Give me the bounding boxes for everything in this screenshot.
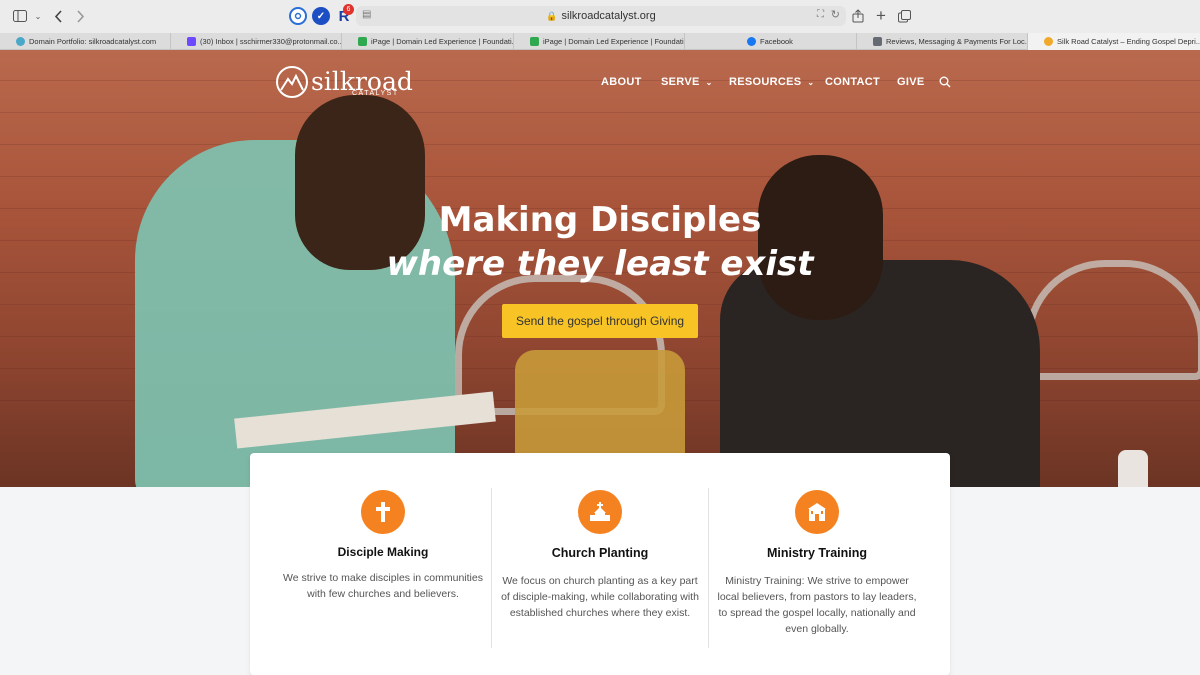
facebook-favicon-icon [747, 37, 756, 46]
tab-title: Silk Road Catalyst – Ending Gospel Depri… [1057, 37, 1200, 46]
logo-sub: CATALYST [352, 90, 399, 97]
new-tab-icon[interactable]: + [874, 6, 888, 25]
silk-road-favicon-icon [1044, 37, 1053, 46]
divider [491, 488, 492, 648]
share-icon[interactable] [851, 7, 865, 25]
feature-title: Ministry Training [766, 546, 867, 560]
nav-label: RESOURCES [729, 76, 802, 88]
features-card: Disciple Making We strive to make discip… [250, 453, 950, 675]
nav-give[interactable]: GIVE [897, 74, 925, 90]
page-settings-icon[interactable]: ▤ [362, 9, 371, 20]
feature-title: Disciple Making [337, 545, 429, 559]
domain-portfolio-favicon-icon [16, 37, 25, 46]
nav-resources[interactable]: RESOURCES ⌄ [729, 74, 814, 90]
tab-ipage-1[interactable]: iPage | Domain Led Experience | Foundati… [342, 33, 514, 50]
give-cta-button[interactable]: Send the gospel through Giving [502, 304, 698, 338]
feature-text: We focus on church planting as a key par… [501, 575, 699, 619]
school-icon [795, 490, 839, 534]
sidebar-toggle-icon[interactable] [12, 7, 28, 25]
translate-icon[interactable]: ⛶ [817, 9, 824, 20]
feature-title: Church Planting [551, 546, 649, 560]
chevron-down-icon: ⌄ [807, 77, 815, 87]
forward-icon[interactable] [74, 7, 86, 25]
tab-title: iPage | Domain Led Experience | Foundati… [543, 37, 685, 46]
tab-title: Reviews, Messaging & Payments For Loc... [886, 37, 1028, 46]
browser-toolbar: ⌄ ✓ R 6 ▤ 🔒 silkroadcatalyst.org ⛶ ↻ + [0, 0, 1200, 33]
search-icon[interactable] [939, 74, 951, 90]
ipage-favicon-icon [530, 37, 539, 46]
extension-badge: 6 [343, 4, 354, 15]
bottle-image [1118, 450, 1148, 487]
ipage-favicon-icon [358, 37, 367, 46]
tab-reviews[interactable]: Reviews, Messaging & Payments For Loc... [857, 33, 1028, 50]
lock-icon: 🔒 [546, 10, 558, 21]
tab-domain-portfolio[interactable]: Domain Portfolio: silkroadcatalyst.com [0, 33, 171, 50]
tab-bar: Domain Portfolio: silkroadcatalyst.com (… [0, 33, 1200, 50]
address-bar[interactable]: ▤ 🔒 silkroadcatalyst.org ⛶ ↻ [356, 6, 846, 26]
divider [708, 488, 709, 648]
url-text: silkroadcatalyst.org [561, 10, 656, 22]
nav-label: SERVE [661, 76, 700, 88]
tab-facebook[interactable]: Facebook [685, 33, 857, 50]
back-icon[interactable] [52, 7, 64, 25]
chevron-down-icon: ⌄ [705, 77, 713, 87]
tab-ipage-2[interactable]: iPage | Domain Led Experience | Foundati… [514, 33, 685, 50]
feature-text: We strive to make disciples in communiti… [283, 572, 483, 600]
reviews-favicon-icon [873, 37, 882, 46]
hero-subheading: where they least exist [386, 244, 814, 284]
nav-serve[interactable]: SERVE ⌄ [661, 74, 713, 90]
feature-text: Ministry Training: We strive to empower … [717, 575, 917, 635]
church-icon [578, 490, 622, 534]
proton-favicon-icon [187, 37, 196, 46]
mountain-logo-icon [276, 66, 308, 98]
nav-label: GIVE [897, 76, 925, 88]
site-logo[interactable]: silkroad CATALYST [276, 66, 413, 98]
tab-proton-inbox[interactable]: (30) Inbox | sschirmer330@protonmail.co.… [171, 33, 342, 50]
nav-label: ABOUT [601, 76, 642, 88]
hero-heading: Making Disciples [438, 200, 762, 240]
reload-icon[interactable]: ↻ [831, 8, 840, 21]
cross-icon [361, 490, 405, 534]
tab-title: Facebook [760, 37, 793, 46]
tab-title: Domain Portfolio: silkroadcatalyst.com [29, 37, 157, 46]
nav-label: CONTACT [825, 76, 881, 88]
nav-about[interactable]: ABOUT [601, 74, 642, 90]
checkmark-extension-icon[interactable]: ✓ [312, 7, 330, 25]
chevron-down-icon[interactable]: ⌄ [33, 7, 43, 25]
tab-overview-icon[interactable] [897, 7, 911, 25]
nav-contact[interactable]: CONTACT [825, 74, 880, 90]
tab-title: (30) Inbox | sschirmer330@protonmail.co.… [200, 37, 342, 46]
tab-title: iPage | Domain Led Experience | Foundati… [371, 37, 514, 46]
crosshair-extension-icon[interactable] [289, 7, 307, 25]
tab-silk-road-catalyst[interactable]: Silk Road Catalyst – Ending Gospel Depri… [1028, 33, 1200, 50]
